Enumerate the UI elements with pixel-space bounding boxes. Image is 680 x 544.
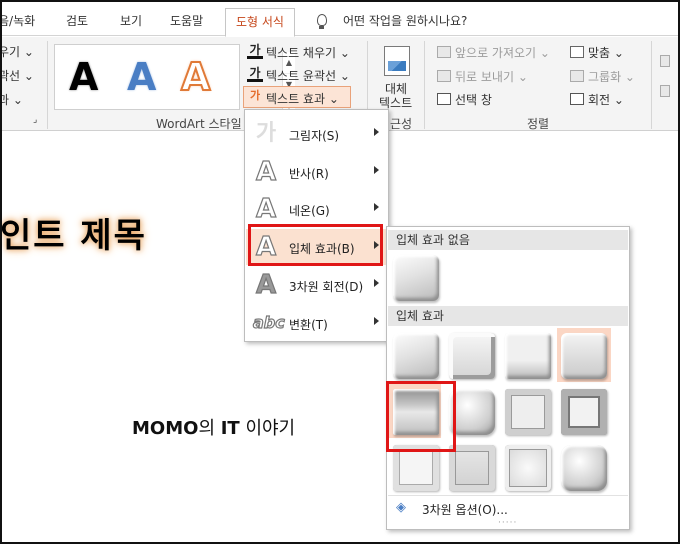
align-icon xyxy=(570,46,584,58)
bevel-slope-option[interactable] xyxy=(561,389,607,435)
gallery-header-bevel: 입체 효과 xyxy=(388,306,628,326)
rotate-button[interactable]: 회전 ⌄ xyxy=(588,91,624,108)
size-icon[interactable] xyxy=(660,85,670,97)
bevel-none-option[interactable] xyxy=(393,255,439,301)
resize-grip-icon[interactable]: ····· xyxy=(498,518,517,528)
group-label-arrange: 정렬 xyxy=(527,117,550,131)
menu-item-label: 입체 효과(B) xyxy=(289,242,355,256)
group-icon xyxy=(570,70,584,82)
subtitle-momo: MOMO xyxy=(132,418,199,439)
text-outline-icon: 가 xyxy=(247,66,263,82)
bevel-convex-option[interactable] xyxy=(505,389,551,435)
menu-item-transform[interactable]: abc 변환(T) xyxy=(246,305,387,341)
send-backward-icon xyxy=(437,70,451,82)
bevel-icon: A xyxy=(255,231,277,262)
submenu-arrow-icon xyxy=(374,203,379,211)
bevel-soft-round-option[interactable] xyxy=(449,389,495,435)
bevel-cross-option[interactable] xyxy=(505,333,551,379)
bevel-circle-option[interactable] xyxy=(393,333,439,379)
text-fill-button[interactable]: 텍스트 채우기 ⌄ xyxy=(266,44,350,61)
bevel-angle-option[interactable] xyxy=(393,389,439,435)
text-effects-button[interactable]: 가 텍스트 효과 ⌄ xyxy=(243,86,351,108)
3d-options-button[interactable]: ◈ 3차원 옵션(O)... ····· xyxy=(388,495,628,529)
selection-pane-button[interactable]: 선택 창 xyxy=(455,91,492,108)
tab-record[interactable]: 음/녹화 xyxy=(0,8,35,34)
menu-item-bevel[interactable]: A 입체 효과(B) xyxy=(246,229,387,265)
rotate-icon xyxy=(570,93,584,105)
group-divider xyxy=(424,41,425,129)
menu-item-label: 네온(G) xyxy=(289,204,330,218)
text-effects-menu: 가 그림자(S) A 반사(R) A 네온(G) A 입체 효과(B) A 3차… xyxy=(244,109,389,342)
subtitle-story: 이야기 xyxy=(239,418,296,439)
wordart-style-orange-outline[interactable]: A xyxy=(180,54,211,100)
subtitle-it: IT xyxy=(220,418,240,439)
tab-shape-format[interactable]: 도형 서식 xyxy=(225,8,295,37)
submenu-arrow-icon xyxy=(374,241,379,249)
alt-text-icon[interactable] xyxy=(384,46,410,76)
tab-help[interactable]: 도움말 xyxy=(170,8,203,34)
group-label-accessibility: 근성 xyxy=(390,117,413,131)
tell-me-search[interactable]: 어떤 작업을 원하시나요? xyxy=(343,8,467,34)
paint-bucket-icon: ◈ xyxy=(396,500,406,515)
bevel-cool-slant-option[interactable] xyxy=(561,333,607,379)
slide-title[interactable]: 인트 제목 xyxy=(0,208,147,257)
menu-item-shadow[interactable]: 가 그림자(S) xyxy=(246,116,387,152)
3d-rotation-icon: A xyxy=(255,269,277,300)
bevel-riblet-option[interactable] xyxy=(449,445,495,491)
align-button[interactable]: 맞춤 ⌄ xyxy=(588,44,624,61)
text-effects-icon: 가 xyxy=(249,89,261,102)
submenu-arrow-icon xyxy=(374,279,379,287)
submenu-arrow-icon xyxy=(374,128,379,136)
wordart-style-gallery: A A A ▲ ▼ ▾ xyxy=(54,44,295,118)
3d-options-label: 3차원 옵션(O)... xyxy=(422,503,508,517)
bevel-art-deco-option[interactable] xyxy=(561,445,607,491)
menu-item-3d-rotation[interactable]: A 3차원 회전(D) xyxy=(246,267,387,303)
shape-outline-button[interactable]: 곽선 ⌄ xyxy=(0,67,34,84)
bring-forward-icon xyxy=(437,46,451,58)
group-divider xyxy=(47,41,48,129)
menu-item-label: 반사(R) xyxy=(289,167,329,181)
text-effects-label: 텍스트 효과 ⌄ xyxy=(266,92,339,106)
tab-view[interactable]: 보기 xyxy=(120,8,142,34)
subtitle-particle: 의 xyxy=(198,418,221,439)
menu-item-reflection[interactable]: A 반사(R) xyxy=(246,154,387,190)
lightbulb-icon xyxy=(317,14,327,29)
shadow-icon: 가 xyxy=(255,121,277,146)
wordart-style-black[interactable]: A xyxy=(69,55,98,99)
selection-pane-icon xyxy=(437,93,451,105)
text-fill-icon: 가 xyxy=(247,43,263,59)
group-button[interactable]: 그룹화 ⌄ xyxy=(588,68,635,85)
submenu-arrow-icon xyxy=(374,317,379,325)
bring-forward-button[interactable]: 앞으로 가져오기 ⌄ xyxy=(455,44,550,61)
group-divider xyxy=(651,41,652,129)
gallery-header-no-bevel: 입체 효과 없음 xyxy=(388,230,628,250)
dialog-launcher-icon[interactable]: ⌟ xyxy=(33,115,37,125)
shape-fill-button[interactable]: 우기 ⌄ xyxy=(0,43,34,60)
slide-subtitle[interactable]: MOMO의 IT 이야기 xyxy=(132,414,295,440)
bevel-hard-edge-option[interactable] xyxy=(505,445,551,491)
bevel-gallery: 입체 효과 없음 입체 효과 ◈ 3차원 옵션(O)... ····· xyxy=(386,226,630,530)
transform-icon: abc xyxy=(252,312,285,332)
bevel-relaxed-inset-option[interactable] xyxy=(449,333,495,379)
menu-item-label: 변환(T) xyxy=(289,318,328,332)
bevel-divot-option[interactable] xyxy=(393,445,439,491)
size-icon[interactable] xyxy=(660,55,670,67)
group-label-wordart: WordArt 스타일 xyxy=(156,117,242,131)
shape-effects-button[interactable]: 과 ⌄ xyxy=(0,91,23,108)
submenu-arrow-icon xyxy=(374,166,379,174)
glow-icon: A xyxy=(255,193,277,224)
menu-item-glow[interactable]: A 네온(G) xyxy=(246,191,387,227)
ribbon-tab-bar: 음/녹화 검토 보기 도움말 도형 서식 어떤 작업을 원하시나요? xyxy=(0,0,680,37)
reflection-icon: A xyxy=(255,156,277,187)
wordart-style-blue[interactable]: A xyxy=(127,55,156,99)
menu-item-label: 3차원 회전(D) xyxy=(289,280,364,294)
menu-item-label: 그림자(S) xyxy=(289,129,340,143)
text-outline-button[interactable]: 텍스트 윤곽선 ⌄ xyxy=(266,67,350,84)
send-backward-button[interactable]: 뒤로 보내기 ⌄ xyxy=(455,68,528,85)
tab-review[interactable]: 검토 xyxy=(66,8,88,34)
